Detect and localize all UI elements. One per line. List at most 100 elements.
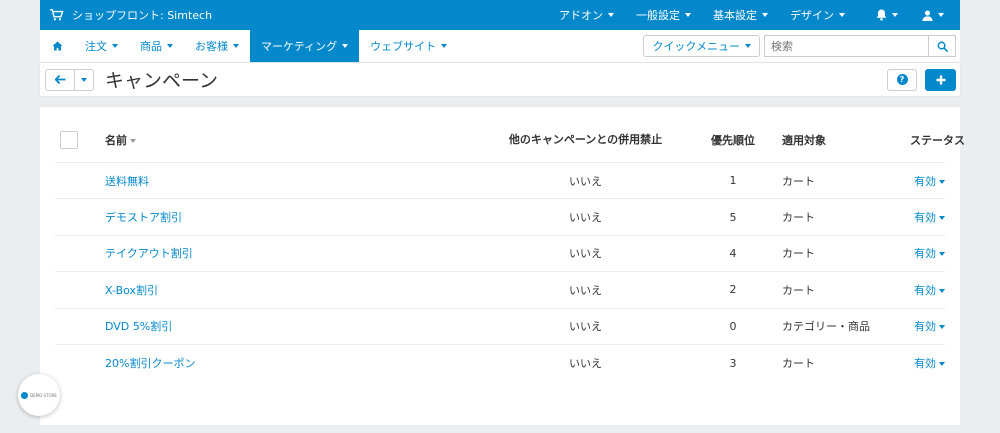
campaign-name-link[interactable]: 20%割引クーポン [105, 357, 195, 370]
campaign-name-link[interactable]: デモストア割引 [105, 211, 182, 224]
chevron-down-icon [745, 44, 751, 48]
chevron-down-icon [938, 13, 944, 17]
table-row: DVD 5%割引 いいえ 0 カテゴリー・商品 有効 [55, 309, 945, 345]
add-campaign-button[interactable] [925, 68, 956, 91]
chevron-down-icon [939, 216, 945, 221]
nav-marketing[interactable]: マーケティング [250, 30, 360, 62]
search-button[interactable] [928, 35, 956, 57]
chevron-down-icon [939, 362, 945, 367]
sort-icon [130, 138, 136, 143]
menu-basic-settings[interactable]: 基本設定 [702, 0, 779, 30]
target-value: カート [782, 211, 815, 225]
search-group [764, 35, 956, 57]
notifications-menu[interactable] [856, 0, 908, 30]
chevron-down-icon [939, 288, 945, 293]
priority-value: 3 [729, 356, 737, 370]
chevron-down-icon [167, 44, 173, 48]
status-dropdown[interactable]: 有効 [910, 355, 945, 371]
help-button[interactable]: ? [887, 68, 917, 91]
campaign-name-link[interactable]: 送料無料 [105, 175, 149, 188]
exclusive-value: いいえ [569, 247, 602, 261]
priority-value: 4 [729, 246, 737, 260]
chevron-down-icon [839, 13, 845, 17]
header-target: 適用対象 [782, 133, 826, 147]
bell-icon [876, 9, 887, 21]
target-value: カート [782, 174, 815, 188]
table-row: テイクアウト割引 いいえ 4 カート 有効 [55, 236, 945, 273]
status-dropdown[interactable]: 有効 [910, 282, 945, 298]
campaign-name-link[interactable]: X-Box割引 [105, 284, 158, 297]
demo-store-badge[interactable]: DEMO STORE [18, 374, 60, 416]
back-button-group [45, 68, 94, 91]
chevron-down-icon [441, 44, 448, 48]
nav-orders[interactable]: 注文 [74, 30, 129, 62]
target-value: カテゴリー・商品 [782, 320, 870, 334]
nav-products[interactable]: 商品 [129, 30, 184, 62]
cart-icon [50, 9, 64, 21]
exclusive-value: いいえ [569, 211, 602, 225]
user-menu[interactable] [908, 0, 960, 30]
chevron-down-icon [233, 44, 239, 48]
chevron-down-icon [939, 252, 945, 257]
chevron-down-icon [112, 44, 118, 48]
logo-icon [21, 391, 29, 399]
table-row: X-Box割引 いいえ 2 カート 有効 [55, 272, 945, 309]
table-header: 名前 他のキャンペーンとの併用禁止 優先順位 適用対象 ステータス [55, 117, 965, 163]
priority-value: 1 [729, 174, 737, 188]
page-title: キャンペーン [105, 70, 219, 92]
chevron-down-icon [762, 13, 768, 17]
header-name[interactable]: 名前 [105, 132, 478, 148]
exclusive-value: いいえ [569, 357, 602, 371]
campaigns-panel: 名前 他のキャンペーンとの併用禁止 優先順位 適用対象 ステータス 送料無料 い… [40, 107, 965, 425]
header-exclusive: 他のキャンペーンとの併用禁止 [508, 132, 663, 146]
table-row: デモストア割引 いいえ 5 カート 有効 [55, 199, 945, 236]
header-status: ステータス [910, 133, 965, 147]
chevron-down-icon [939, 325, 945, 330]
target-value: カート [782, 247, 815, 261]
priority-value: 2 [729, 283, 737, 297]
target-value: カート [782, 283, 815, 297]
nav-customers[interactable]: お客様 [184, 30, 250, 62]
status-dropdown[interactable]: 有効 [910, 318, 945, 334]
chevron-down-icon [939, 179, 945, 184]
status-dropdown[interactable]: 有効 [910, 245, 945, 261]
nav-home[interactable] [40, 30, 74, 62]
quick-menu-button[interactable]: クイックメニュー [643, 35, 760, 57]
status-dropdown[interactable]: 有効 [910, 173, 945, 189]
campaign-name-link[interactable]: テイクアウト割引 [105, 247, 193, 260]
chevron-down-icon [685, 13, 691, 17]
exclusive-value: いいえ [569, 320, 602, 334]
priority-value: 0 [729, 319, 737, 333]
top-bar: ショップフロント: Simtech アドオン 一般設定 基本設定 デザイン [40, 0, 960, 30]
history-dropdown-button[interactable] [75, 68, 94, 91]
menu-addons[interactable]: アドオン [548, 0, 625, 30]
exclusive-value: いいえ [569, 174, 602, 188]
nav-website[interactable]: ウェブサイト [359, 30, 458, 62]
badge-label: DEMO STORE [30, 392, 57, 398]
priority-value: 5 [729, 210, 737, 224]
user-icon [922, 9, 933, 21]
storefront-selector[interactable]: ショップフロント: Simtech [40, 7, 212, 23]
search-input[interactable] [764, 35, 928, 57]
header-priority: 優先順位 [711, 133, 755, 147]
chevron-down-icon [342, 44, 349, 48]
storefront-label: ショップフロント: Simtech [72, 9, 213, 22]
menu-design[interactable]: デザイン [779, 0, 856, 30]
chevron-down-icon [81, 77, 87, 82]
table-row: 20%割引クーポン いいえ 3 カート 有効 [55, 345, 945, 381]
back-button[interactable] [45, 68, 75, 91]
main-nav: 注文 商品 お客様 マーケティング ウェブサイト クイックメニュー [40, 30, 960, 62]
table-row: 送料無料 いいえ 1 カート 有効 [55, 163, 945, 200]
page-header: キャンペーン ? [40, 62, 960, 96]
search-icon [937, 41, 948, 52]
arrow-left-icon [54, 75, 65, 84]
select-all-checkbox[interactable] [60, 130, 78, 149]
status-dropdown[interactable]: 有効 [910, 209, 945, 225]
menu-general-settings[interactable]: 一般設定 [625, 0, 702, 30]
campaigns-table: 名前 他のキャンペーンとの併用禁止 優先順位 適用対象 ステータス 送料無料 い… [55, 117, 965, 381]
campaign-name-link[interactable]: DVD 5%割引 [105, 320, 172, 333]
exclusive-value: いいえ [569, 283, 602, 297]
question-icon: ? [896, 74, 908, 85]
target-value: カート [782, 357, 815, 371]
select-all-cell [55, 130, 105, 149]
